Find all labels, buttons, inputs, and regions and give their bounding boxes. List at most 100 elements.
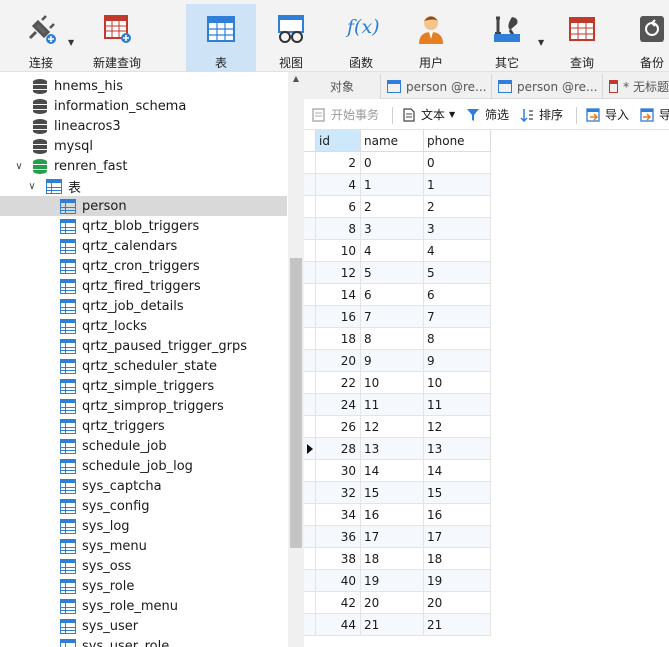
row-indicator[interactable] (304, 306, 316, 328)
tree-table-item[interactable]: sys_role (0, 576, 287, 596)
row-indicator[interactable] (304, 372, 316, 394)
table-row[interactable]: 22 10 10 (304, 372, 491, 394)
tree-table-item[interactable]: qrtz_blob_triggers (0, 216, 287, 236)
cell-id[interactable]: 4 (316, 174, 361, 196)
cell-phone[interactable]: 4 (424, 240, 491, 262)
cell-name[interactable]: 18 (361, 548, 424, 570)
table-row[interactable]: 14 6 6 (304, 284, 491, 306)
new-query-button[interactable]: 新建查询 (88, 4, 146, 72)
user-button[interactable]: 用户 (406, 4, 456, 72)
cell-id[interactable]: 26 (316, 416, 361, 438)
table-row[interactable]: 42 20 20 (304, 592, 491, 614)
row-indicator[interactable] (304, 416, 316, 438)
tree-db-renren-fast[interactable]: ∨ renren_fast (0, 156, 287, 176)
column-header-id[interactable]: id (316, 130, 361, 152)
table-row[interactable]: 36 17 17 (304, 526, 491, 548)
tab-untitled[interactable]: * 无标题 (603, 74, 669, 99)
tree-table-item[interactable]: qrtz_fired_triggers (0, 276, 287, 296)
tree-db-lineacros3[interactable]: lineacros3 (0, 116, 287, 136)
cell-name[interactable]: 20 (361, 592, 424, 614)
cell-name[interactable]: 19 (361, 570, 424, 592)
table-row[interactable]: 622 (304, 196, 491, 218)
cell-phone[interactable]: 15 (424, 482, 491, 504)
cell-phone[interactable]: 18 (424, 548, 491, 570)
cell-name[interactable]: 0 (361, 152, 424, 174)
row-indicator[interactable] (304, 218, 316, 240)
cell-id[interactable]: 34 (316, 504, 361, 526)
tab-objects[interactable]: 对象 (304, 74, 381, 99)
cell-id[interactable]: 20 (316, 350, 361, 372)
chevron-down-icon[interactable]: ▼ (68, 38, 74, 47)
row-indicator[interactable] (304, 394, 316, 416)
tree-db-mysql[interactable]: mysql (0, 136, 287, 156)
table-row[interactable]: 12 5 5 (304, 262, 491, 284)
cell-name[interactable]: 4 (361, 240, 424, 262)
row-indicator[interactable] (304, 548, 316, 570)
other-button[interactable]: 其它 (484, 4, 530, 72)
chevron-down-icon[interactable]: ∨ (13, 161, 25, 172)
cell-id[interactable]: 22 (316, 372, 361, 394)
table-button[interactable]: 表 (186, 4, 256, 72)
cell-id[interactable]: 44 (316, 614, 361, 636)
table-row[interactable]: 44 21 21 (304, 614, 491, 636)
row-indicator[interactable] (304, 284, 316, 306)
tree-table-item[interactable]: sys_log (0, 516, 287, 536)
scroll-up-icon[interactable]: ▲ (288, 74, 304, 83)
cell-phone[interactable]: 6 (424, 284, 491, 306)
tree-table-item[interactable]: qrtz_triggers (0, 416, 287, 436)
cell-id[interactable]: 28 (316, 438, 361, 460)
cell-name[interactable]: 14 (361, 460, 424, 482)
table-row[interactable]: 833 (304, 218, 491, 240)
cell-name[interactable]: 13 (361, 438, 424, 460)
cell-phone[interactable]: 5 (424, 262, 491, 284)
tree-table-item[interactable]: sys_user_role (0, 636, 287, 647)
table-row[interactable]: 18 8 8 (304, 328, 491, 350)
table-row[interactable]: 34 16 16 (304, 504, 491, 526)
table-row[interactable]: 38 18 18 (304, 548, 491, 570)
tree-table-item[interactable]: qrtz_job_details (0, 296, 287, 316)
table-row[interactable]: 20 9 9 (304, 350, 491, 372)
cell-phone[interactable]: 8 (424, 328, 491, 350)
cell-id[interactable]: 24 (316, 394, 361, 416)
cell-name[interactable]: 3 (361, 218, 424, 240)
row-indicator[interactable] (304, 328, 316, 350)
cell-phone[interactable]: 10 (424, 372, 491, 394)
cell-phone[interactable]: 11 (424, 394, 491, 416)
row-indicator[interactable] (304, 438, 316, 460)
cell-phone[interactable]: 16 (424, 504, 491, 526)
table-row[interactable]: 16 7 7 (304, 306, 491, 328)
table-row[interactable]: 24 11 11 (304, 394, 491, 416)
tree-table-item[interactable]: sys_oss (0, 556, 287, 576)
cell-phone[interactable]: 0 (424, 152, 491, 174)
cell-phone[interactable]: 14 (424, 460, 491, 482)
cell-id[interactable]: 16 (316, 306, 361, 328)
tree-table-item[interactable]: qrtz_calendars (0, 236, 287, 256)
cell-name[interactable]: 11 (361, 394, 424, 416)
row-indicator[interactable] (304, 570, 316, 592)
cell-phone[interactable]: 7 (424, 306, 491, 328)
cell-id[interactable]: 14 (316, 284, 361, 306)
row-indicator[interactable] (304, 240, 316, 262)
tree-table-item[interactable]: sys_config (0, 496, 287, 516)
tab-person-1[interactable]: person @re... (381, 74, 492, 99)
cell-phone[interactable]: 17 (424, 526, 491, 548)
table-row[interactable]: 32 15 15 (304, 482, 491, 504)
cell-name[interactable]: 5 (361, 262, 424, 284)
row-indicator[interactable] (304, 174, 316, 196)
cell-id[interactable]: 6 (316, 196, 361, 218)
cell-id[interactable]: 30 (316, 460, 361, 482)
chevron-down-icon[interactable]: ▼ (449, 110, 455, 119)
row-indicator[interactable] (304, 614, 316, 636)
tree-table-item[interactable]: sys_captcha (0, 476, 287, 496)
cell-name[interactable]: 21 (361, 614, 424, 636)
sidebar-scrollbar[interactable]: ▲ (288, 72, 304, 647)
tree-db-information-schema[interactable]: information_schema (0, 96, 287, 116)
chevron-down-icon[interactable]: ▼ (538, 38, 544, 47)
row-indicator[interactable] (304, 460, 316, 482)
cell-phone[interactable]: 13 (424, 438, 491, 460)
cell-phone[interactable]: 12 (424, 416, 491, 438)
begin-transaction-button[interactable]: 开始事务 (312, 106, 379, 123)
tree-table-item[interactable]: qrtz_cron_triggers (0, 256, 287, 276)
tab-person-2[interactable]: person @re... (492, 74, 603, 99)
cell-name[interactable]: 12 (361, 416, 424, 438)
